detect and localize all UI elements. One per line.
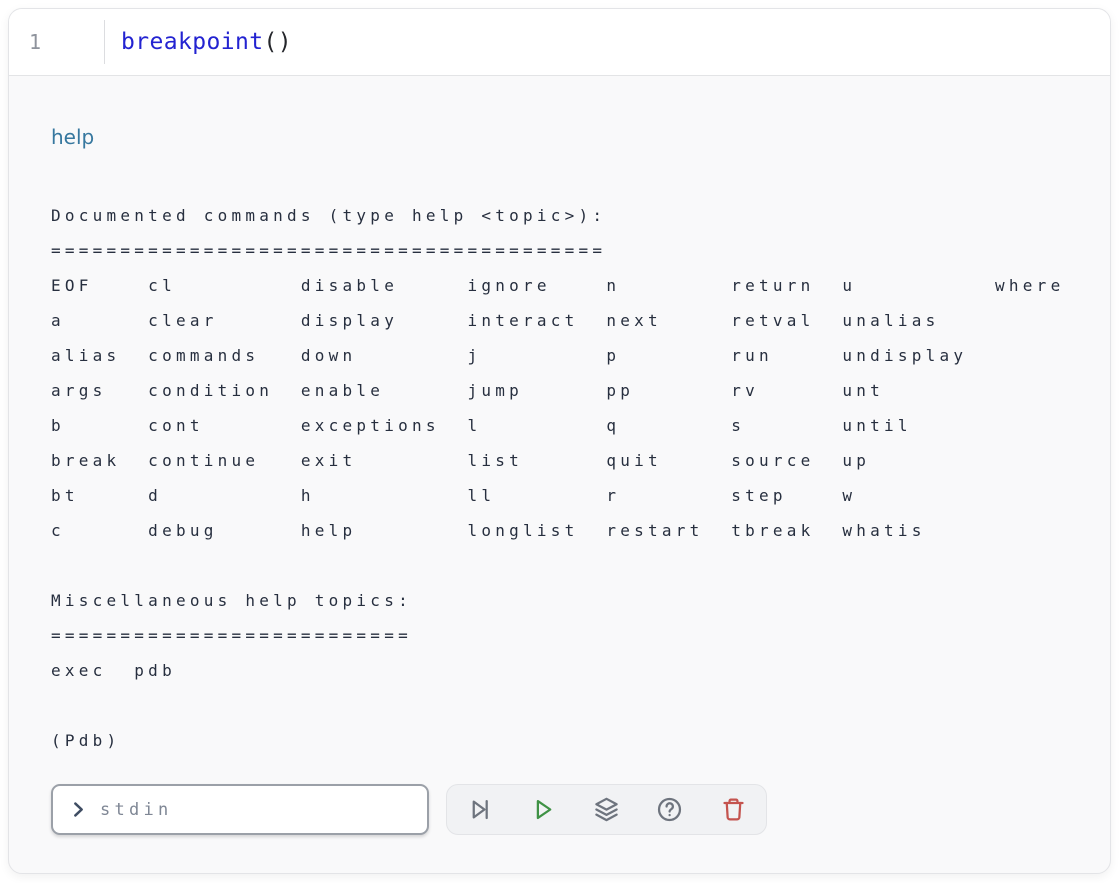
stdin-input-box[interactable] [51,784,429,835]
help-circle-icon [656,796,683,823]
console-area: help Documented commands (type help <top… [9,76,1110,835]
layers-icon [593,796,620,823]
code-content: breakpoint() [105,9,292,75]
debugger-toolbar [446,784,767,835]
stdin-input[interactable] [98,799,415,821]
clear-button[interactable] [715,792,751,828]
help-button[interactable] [652,792,688,828]
prompt-chevron-icon [69,800,88,819]
skip-next-button[interactable] [462,792,498,828]
play-icon [530,796,557,823]
console-output: Documented commands (type help <topic>):… [51,163,1070,758]
console-echo-input: help [51,124,1070,151]
code-function-token: breakpoint [121,29,263,55]
stack-button[interactable] [589,792,625,828]
code-paren-token: () [263,29,292,55]
code-editor-line[interactable]: 1 breakpoint() [9,9,1110,76]
resume-button[interactable] [525,792,561,828]
skip-next-icon [467,796,494,823]
trash-icon [720,796,747,823]
debugger-panel: 1 breakpoint() help Documented commands … [8,8,1111,874]
line-number: 1 [9,9,104,75]
debugger-controls [51,784,1070,835]
